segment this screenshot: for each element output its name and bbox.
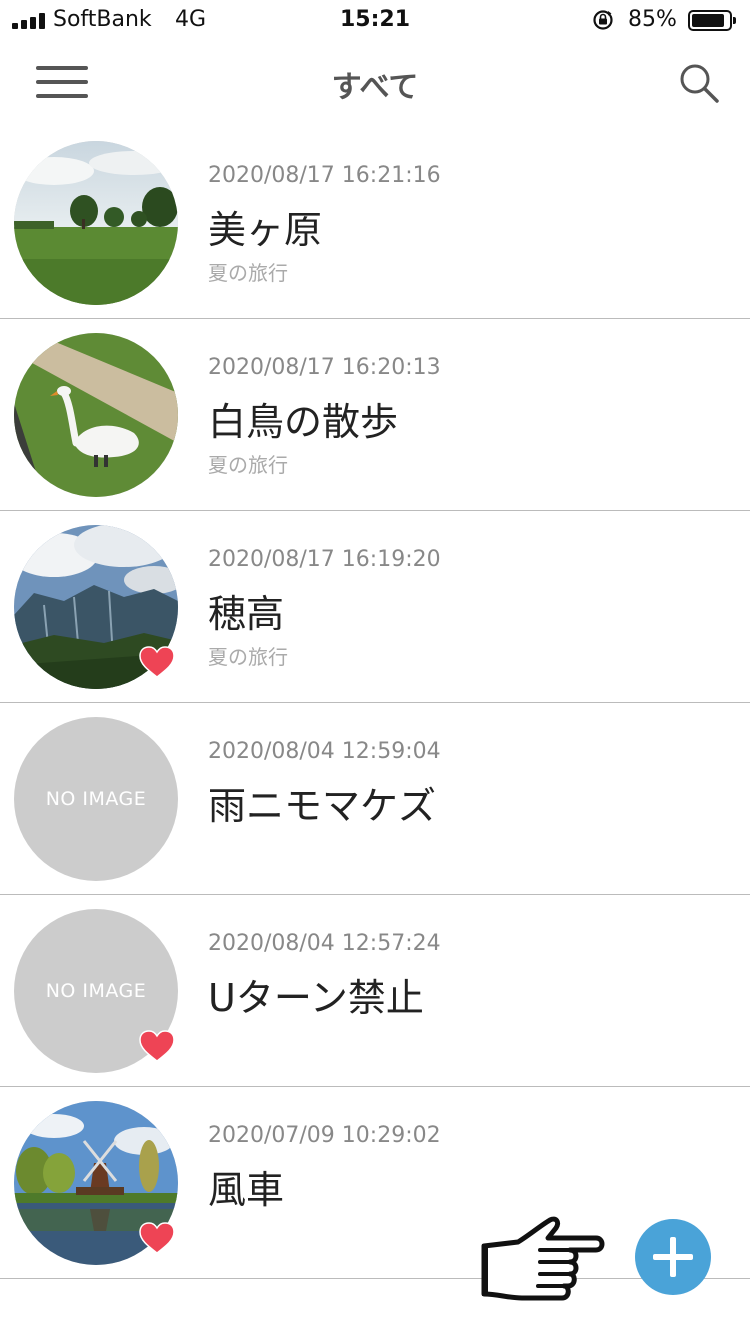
list-item[interactable]: 2020/08/17 16:19:20 穂高 夏の旅行 [0, 511, 750, 703]
navigation-bar: すべて [0, 40, 750, 126]
list-item[interactable]: 2020/08/17 16:20:13 白鳥の散歩 夏の旅行 [0, 319, 750, 511]
entry-album: 夏の旅行 [208, 645, 288, 669]
thumbnail-placeholder: NO IMAGE [14, 717, 178, 881]
entry-album: 夏の旅行 [208, 453, 288, 477]
entry-title: 白鳥の散歩 [208, 400, 399, 444]
entry-title: Uターン禁止 [208, 976, 424, 1020]
add-entry-button[interactable] [635, 1219, 711, 1295]
entry-date: 2020/08/17 16:19:20 [208, 547, 441, 572]
list-item[interactable]: 2020/08/17 16:21:16 美ヶ原 夏の旅行 [0, 127, 750, 319]
entry-title: 美ヶ原 [208, 208, 323, 252]
favorite-heart-icon [139, 646, 175, 678]
no-image-label: NO IMAGE [45, 788, 147, 810]
battery-icon [688, 10, 736, 31]
list-item[interactable]: NO IMAGE 2020/08/04 12:57:24 Uターン禁止 [0, 895, 750, 1087]
entry-title: 穂高 [208, 592, 285, 636]
favorite-heart-icon [139, 1030, 175, 1062]
entry-title: 風車 [208, 1168, 285, 1212]
rotation-lock-icon [593, 10, 613, 30]
page-title: すべて [331, 70, 419, 105]
thumbnail-photo [14, 333, 178, 497]
entry-date: 2020/08/04 12:59:04 [208, 739, 441, 764]
thumbnail-photo [14, 141, 178, 305]
entry-date: 2020/07/09 10:29:02 [208, 1123, 441, 1148]
favorite-heart-icon [139, 1222, 175, 1254]
list-item[interactable]: NO IMAGE 2020/08/04 12:59:04 雨ニモマケズ [0, 703, 750, 895]
search-icon[interactable] [678, 62, 720, 104]
entry-list: 2020/08/17 16:21:16 美ヶ原 夏の旅行 2020/08/17 … [0, 127, 750, 1279]
status-bar: SoftBank 4G 15:21 85% [0, 0, 750, 40]
pointing-hand-icon [481, 1216, 605, 1301]
battery-percentage: 85% [628, 7, 677, 32]
entry-album: 夏の旅行 [208, 261, 288, 285]
entry-date: 2020/08/17 16:21:16 [208, 163, 441, 188]
entry-date: 2020/08/17 16:20:13 [208, 355, 441, 380]
entry-date: 2020/08/04 12:57:24 [208, 931, 441, 956]
entry-title: 雨ニモマケズ [208, 784, 437, 828]
